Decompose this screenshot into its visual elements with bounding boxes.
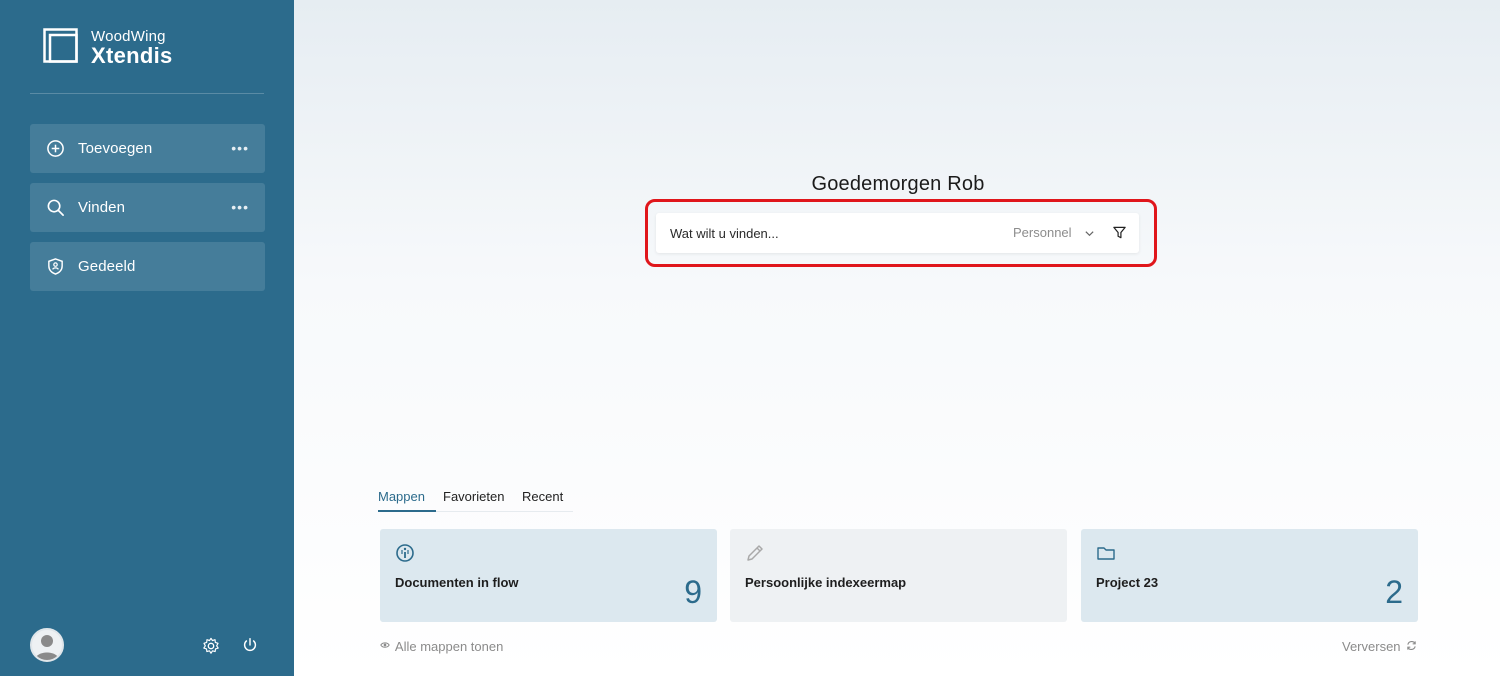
more-options-icon[interactable]: ••• (231, 140, 249, 156)
search-input[interactable] (670, 213, 990, 253)
power-icon[interactable] (241, 636, 259, 654)
refresh-icon (1407, 641, 1416, 650)
filter-icon[interactable] (1112, 225, 1127, 240)
eye-icon (380, 642, 390, 648)
main-area: Goedemorgen Rob Personnel Mappen Favorie… (294, 0, 1500, 676)
refresh-label: Verversen (1342, 639, 1401, 654)
plus-circle-icon (47, 140, 64, 157)
info-circle-icon (396, 544, 414, 562)
active-tab-indicator (378, 510, 436, 512)
logo-product: Xtendis (91, 43, 173, 68)
refresh-link[interactable]: Verversen (1342, 639, 1417, 654)
sidebar-item-label: Vinden (78, 199, 126, 216)
tab-mappen[interactable]: Mappen (378, 489, 425, 504)
search-scope-select[interactable]: Personnel (1013, 225, 1072, 240)
app-logo[interactable]: WoodWing Xtendis (43, 28, 173, 67)
chevron-down-icon[interactable] (1084, 228, 1095, 239)
sidebar-divider (30, 93, 264, 94)
woodwing-logo-icon (43, 28, 78, 63)
tab-favorieten[interactable]: Favorieten (443, 489, 504, 504)
card-title: Project 23 (1096, 575, 1159, 590)
sidebar-item-gedeeld[interactable]: Gedeeld (30, 242, 265, 291)
user-avatar-icon (35, 635, 59, 660)
pencil-icon (747, 545, 763, 561)
search-icon (47, 199, 64, 216)
folder-icon (1097, 547, 1115, 560)
sidebar: WoodWing Xtendis Toevoegen ••• Vinden ••… (0, 0, 294, 676)
logo-brand: WoodWing (91, 28, 166, 45)
search-bar: Personnel (656, 213, 1139, 253)
show-all-label: Alle mappen tonen (394, 639, 504, 654)
sidebar-item-label: Gedeeld (78, 258, 136, 275)
folder-card-project-23[interactable]: Project 23 2 (1081, 529, 1418, 622)
shield-icon (48, 258, 63, 275)
gear-icon[interactable] (202, 637, 220, 655)
page-title: Goedemorgen Rob (811, 173, 985, 195)
card-count: 9 (684, 574, 702, 610)
more-options-icon[interactable]: ••• (231, 199, 249, 215)
folder-tabs: Mappen Favorieten Recent (378, 488, 573, 512)
card-title: Documenten in flow (395, 575, 519, 590)
avatar[interactable] (30, 628, 64, 662)
folder-card-persoonlijke-indexeermap[interactable]: Persoonlijke indexeermap (730, 529, 1067, 622)
sidebar-item-vinden[interactable]: Vinden ••• (30, 183, 265, 232)
sidebar-item-label: Toevoegen (78, 140, 153, 157)
card-count: 2 (1385, 574, 1403, 610)
card-title: Persoonlijke indexeermap (745, 575, 907, 590)
sidebar-item-toevoegen[interactable]: Toevoegen ••• (30, 124, 265, 173)
show-all-folders-link[interactable]: Alle mappen tonen (380, 639, 503, 654)
folder-card-documenten-in-flow[interactable]: Documenten in flow 9 (380, 529, 717, 622)
tab-recent[interactable]: Recent (522, 489, 563, 504)
